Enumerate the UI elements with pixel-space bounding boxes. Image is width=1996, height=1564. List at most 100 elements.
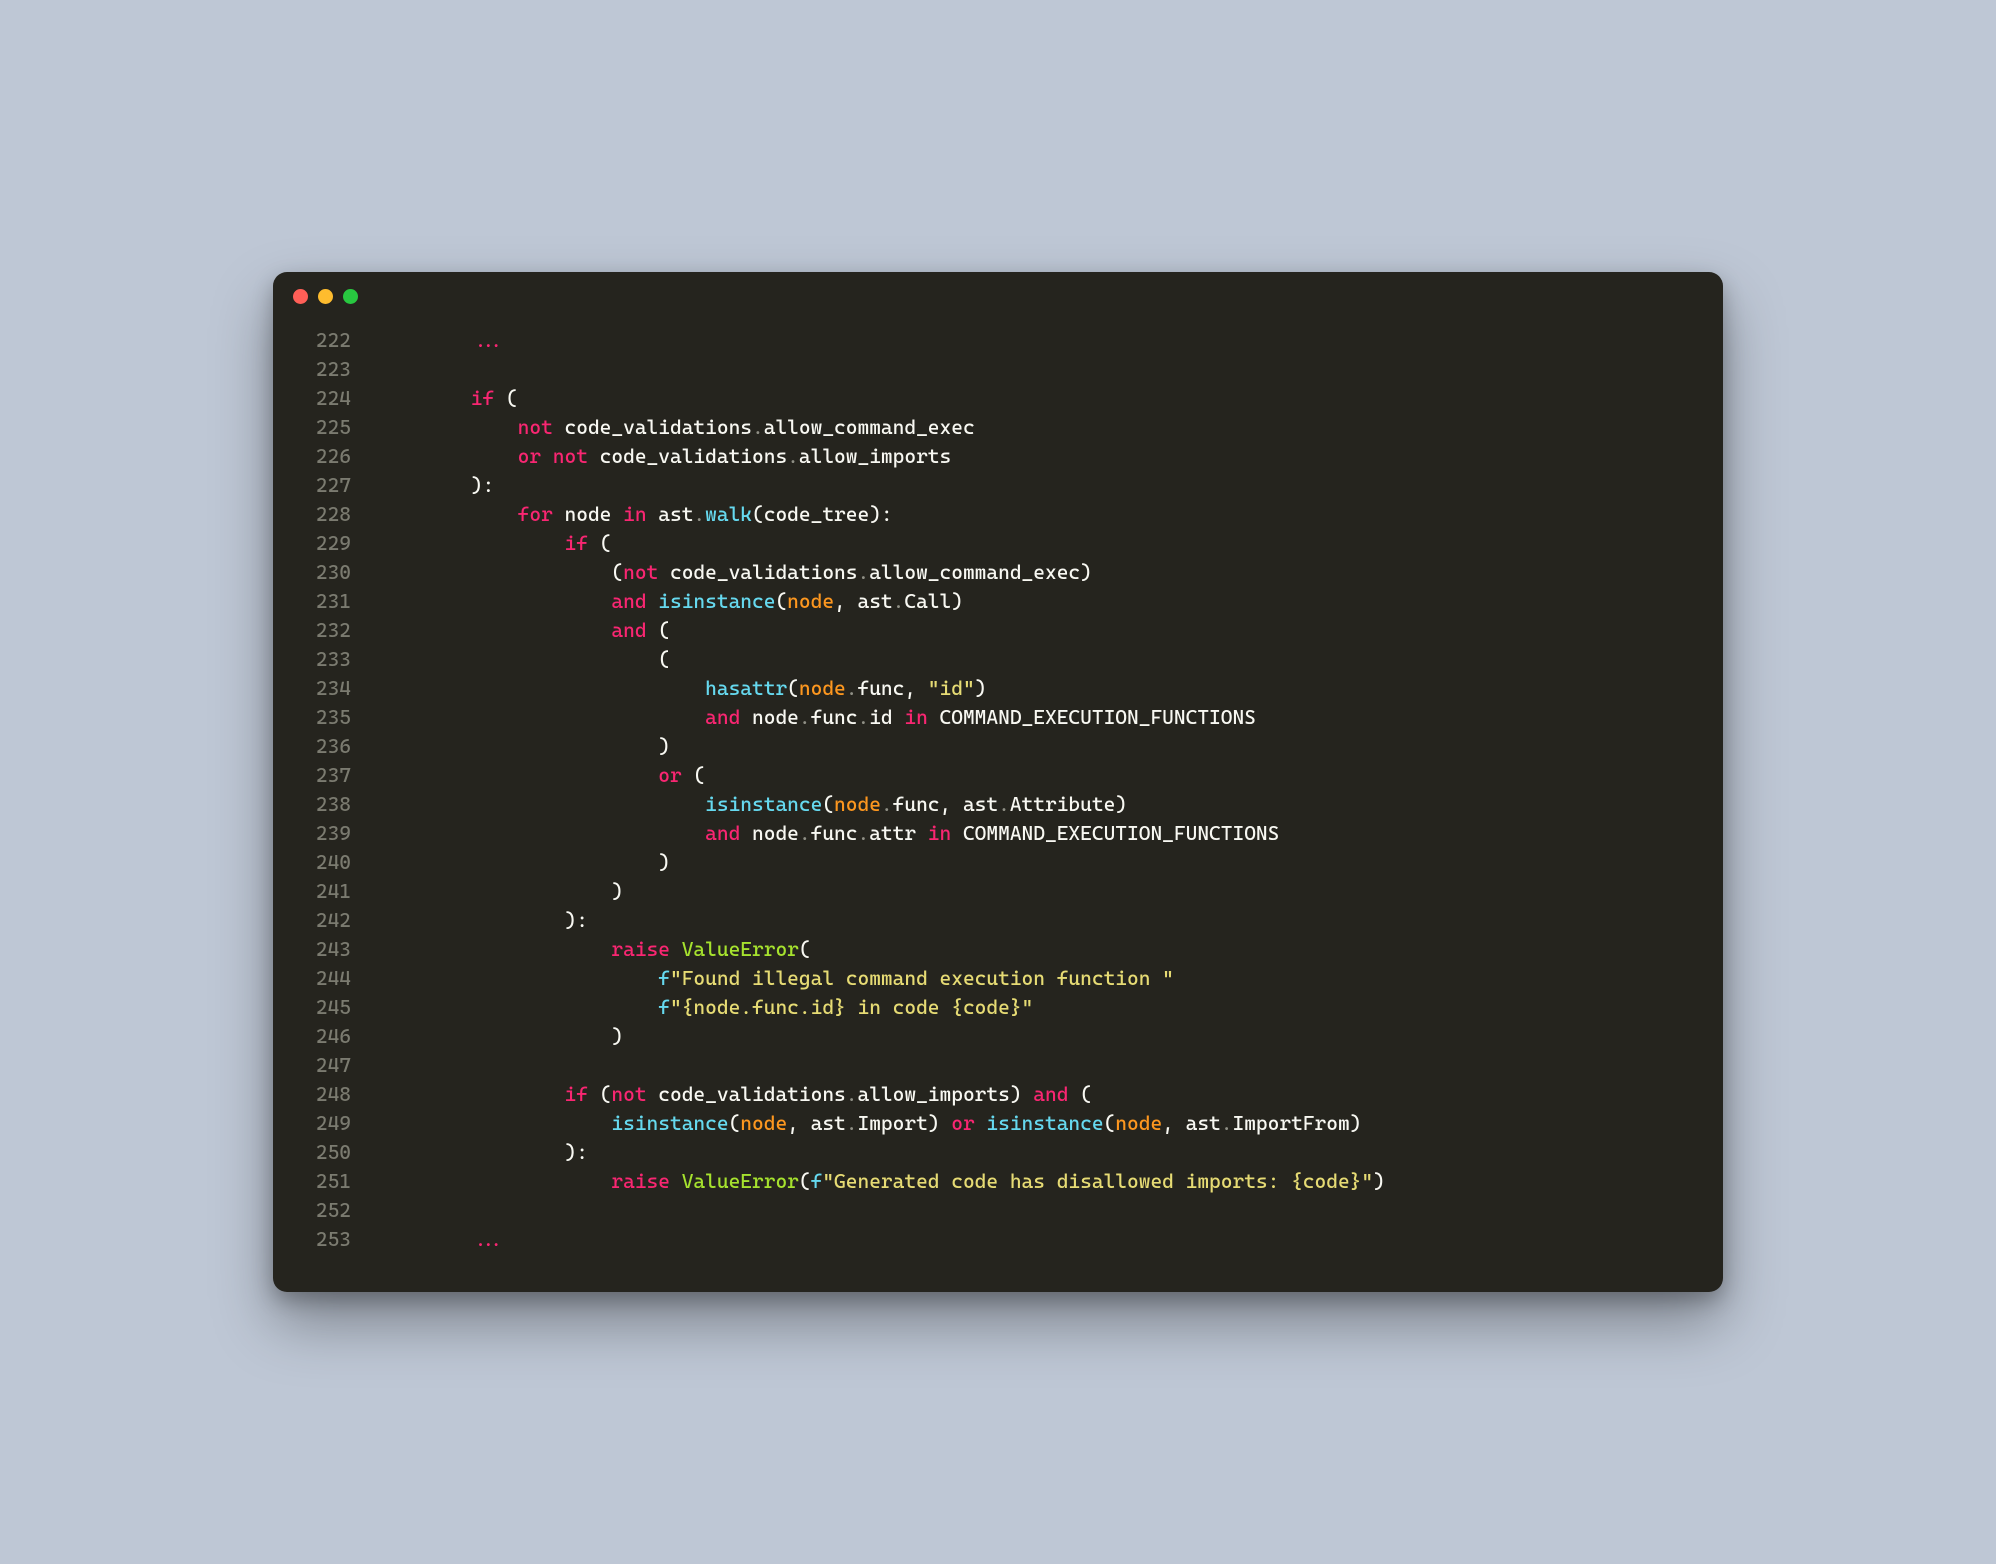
token-default: ):: [377, 908, 588, 932]
line-number: 239: [291, 819, 377, 848]
token-default: code_validations: [588, 444, 787, 468]
code-content: and isinstance(node, ast.Call): [377, 587, 1695, 616]
token-default: [377, 328, 471, 352]
line-number: 253: [291, 1225, 377, 1254]
line-number: 242: [291, 906, 377, 935]
token-default: (: [377, 647, 670, 671]
line-number: 228: [291, 500, 377, 529]
token-default: ): [377, 879, 623, 903]
window-zoom-icon[interactable]: [343, 289, 358, 304]
code-line: 227 ):: [291, 471, 1695, 500]
token-default: (: [494, 386, 517, 410]
line-number: 223: [291, 355, 377, 384]
line-number: 243: [291, 935, 377, 964]
code-line: 226 or not code_validations.allow_import…: [291, 442, 1695, 471]
token-keyword: and: [611, 618, 646, 642]
token-builtin: f: [658, 966, 670, 990]
token-default: ): [377, 1024, 623, 1048]
token-default: ): [377, 734, 670, 758]
code-line: 222 ...: [291, 326, 1695, 355]
code-line: 247: [291, 1051, 1695, 1080]
token-builtin: isinstance: [611, 1111, 728, 1135]
code-content: and node.func.id in COMMAND_EXECUTION_FU…: [377, 703, 1695, 732]
code-line: 241 ): [291, 877, 1695, 906]
code-content: if (not code_validations.allow_imports) …: [377, 1080, 1695, 1109]
code-content: ):: [377, 471, 1695, 500]
token-builtin: isinstance: [705, 792, 822, 816]
token-keyword: raise: [611, 1169, 670, 1193]
token-builtin: isinstance: [658, 589, 775, 613]
line-number: 249: [291, 1109, 377, 1138]
code-content: not code_validations.allow_command_exec: [377, 413, 1695, 442]
token-string: "Found illegal command execution functio…: [670, 966, 1174, 990]
code-line: 229 if (: [291, 529, 1695, 558]
token-default: (: [1104, 1111, 1116, 1135]
code-line: 238 isinstance(node.func, ast.Attribute): [291, 790, 1695, 819]
token-default: (: [588, 531, 611, 555]
code-content: and node.func.attr in COMMAND_EXECUTION_…: [377, 819, 1695, 848]
token-default: , ast: [787, 1111, 846, 1135]
code-content: if (: [377, 384, 1695, 413]
code-line: 225 not code_validations.allow_command_e…: [291, 413, 1695, 442]
code-area: 222 ...223 224 if (225 not code_validati…: [273, 320, 1723, 1260]
line-number: 252: [291, 1196, 377, 1225]
token-dimpunct: .: [881, 792, 893, 816]
token-default: (: [775, 589, 787, 613]
token-default: Import): [857, 1111, 951, 1135]
line-number: 240: [291, 848, 377, 877]
token-default: Attribute): [1010, 792, 1127, 816]
code-line: 242 ):: [291, 906, 1695, 935]
window-minimize-icon[interactable]: [318, 289, 333, 304]
code-line: 233 (: [291, 645, 1695, 674]
code-content: ):: [377, 906, 1695, 935]
token-default: func,: [857, 676, 927, 700]
code-content: ): [377, 1022, 1695, 1051]
code-content: [377, 1051, 1695, 1080]
token-default: (: [822, 792, 834, 816]
token-param: node: [740, 1111, 787, 1135]
token-default: [541, 444, 553, 468]
token-default: node: [553, 502, 623, 526]
code-line: 236 ): [291, 732, 1695, 761]
code-line: 252: [291, 1196, 1695, 1225]
token-default: allow_command_exec): [869, 560, 1092, 584]
line-number: 230: [291, 558, 377, 587]
line-number: 237: [291, 761, 377, 790]
line-number: 241: [291, 877, 377, 906]
code-content: if (: [377, 529, 1695, 558]
token-default: ):: [377, 1140, 588, 1164]
token-default: allow_imports): [857, 1082, 1033, 1106]
token-default: [647, 589, 659, 613]
token-default: [377, 966, 658, 990]
token-keyword: not: [518, 415, 553, 439]
line-number: 222: [291, 326, 377, 355]
code-line: 224 if (: [291, 384, 1695, 413]
token-keyword: if: [565, 1082, 588, 1106]
token-default: [377, 937, 611, 961]
token-default: ast: [647, 502, 694, 526]
token-keyword: in: [904, 705, 927, 729]
code-line: 249 isinstance(node, ast.Import) or isin…: [291, 1109, 1695, 1138]
code-content: ...: [377, 1225, 1695, 1254]
token-dimpunct: .: [846, 1111, 858, 1135]
line-number: 231: [291, 587, 377, 616]
token-default: ): [1373, 1169, 1385, 1193]
code-line: 243 raise ValueError(: [291, 935, 1695, 964]
line-number: 245: [291, 993, 377, 1022]
token-default: [377, 1111, 611, 1135]
window-close-icon[interactable]: [293, 289, 308, 304]
token-dimpunct: .: [893, 589, 905, 613]
token-param: node: [1115, 1111, 1162, 1135]
token-dimpunct: .: [799, 821, 811, 845]
token-default: ): [975, 676, 987, 700]
line-number: 236: [291, 732, 377, 761]
token-default: func: [811, 821, 858, 845]
token-default: [377, 763, 658, 787]
token-default: (: [799, 937, 811, 961]
code-line: 239 and node.func.attr in COMMAND_EXECUT…: [291, 819, 1695, 848]
code-content: [377, 1196, 1695, 1225]
code-content: ): [377, 877, 1695, 906]
code-content: or (: [377, 761, 1695, 790]
token-keyword: not: [611, 1082, 646, 1106]
token-keyword: and: [1033, 1082, 1068, 1106]
